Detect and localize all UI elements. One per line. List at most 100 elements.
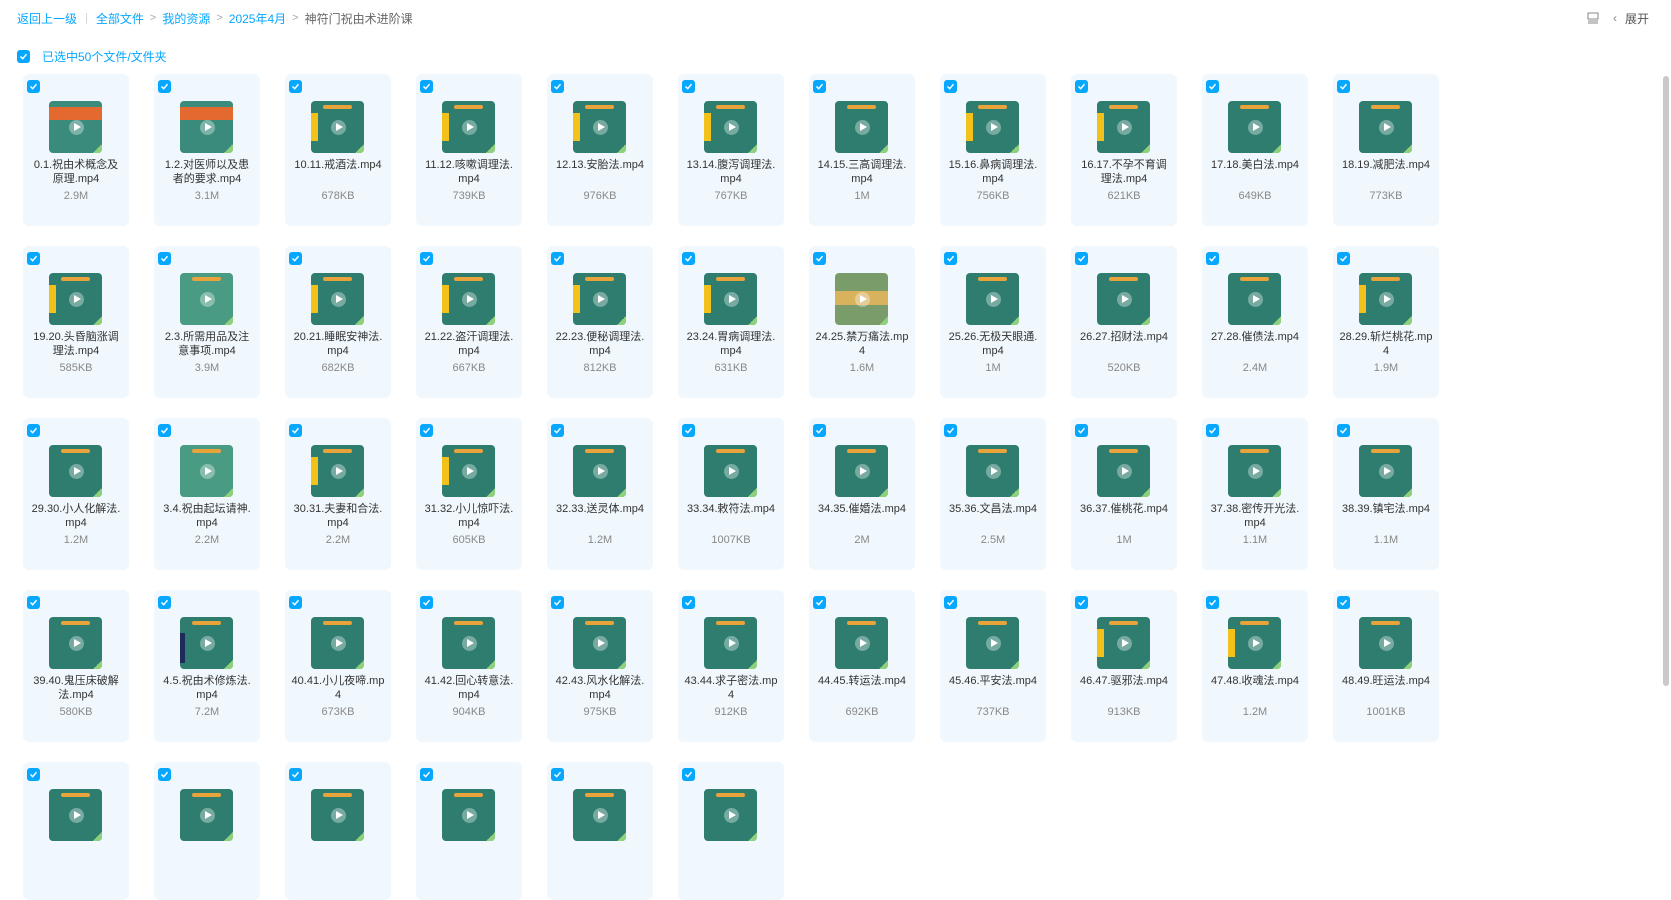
file-checkbox[interactable]	[158, 768, 171, 781]
file-tile[interactable]: 0.1.祝由术概念及原理.mp4 2.9M	[23, 74, 129, 226]
file-checkbox[interactable]	[813, 596, 826, 609]
file-tile[interactable]: 46.47.驱邪法.mp4 913KB	[1071, 590, 1177, 742]
file-tile[interactable]	[285, 762, 391, 900]
file-tile[interactable]: 14.15.三高调理法.mp4 1M	[809, 74, 915, 226]
file-tile[interactable]: 3.4.祝由起坛请神.mp4 2.2M	[154, 418, 260, 570]
file-tile[interactable]: 26.27.招财法.mp4 520KB	[1071, 246, 1177, 398]
file-tile[interactable]: 30.31.夫妻和合法.mp4 2.2M	[285, 418, 391, 570]
file-tile[interactable]: 48.49.旺运法.mp4 1001KB	[1333, 590, 1439, 742]
file-checkbox[interactable]	[420, 80, 433, 93]
file-tile[interactable]: 31.32.小儿惊吓法.mp4 605KB	[416, 418, 522, 570]
file-checkbox[interactable]	[682, 80, 695, 93]
file-tile[interactable]: 33.34.敕符法.mp4 1007KB	[678, 418, 784, 570]
file-checkbox[interactable]	[1337, 252, 1350, 265]
file-checkbox[interactable]	[944, 252, 957, 265]
file-tile[interactable]: 24.25.禁万痛法.mp4 1.6M	[809, 246, 915, 398]
file-tile[interactable]: 10.11.戒酒法.mp4 678KB	[285, 74, 391, 226]
file-tile[interactable]: 4.5.祝由术修炼法.mp4 7.2M	[154, 590, 260, 742]
file-checkbox[interactable]	[289, 768, 302, 781]
file-checkbox[interactable]	[551, 252, 564, 265]
file-checkbox[interactable]	[944, 424, 957, 437]
file-checkbox[interactable]	[27, 252, 40, 265]
file-checkbox[interactable]	[1337, 80, 1350, 93]
file-checkbox[interactable]	[551, 596, 564, 609]
file-checkbox[interactable]	[682, 424, 695, 437]
file-checkbox[interactable]	[289, 252, 302, 265]
file-tile[interactable]: 45.46.平安法.mp4 737KB	[940, 590, 1046, 742]
file-checkbox[interactable]	[27, 424, 40, 437]
list-view-icon[interactable]	[1587, 12, 1599, 24]
file-checkbox[interactable]	[158, 252, 171, 265]
file-checkbox[interactable]	[420, 252, 433, 265]
file-tile[interactable]: 17.18.美白法.mp4 649KB	[1202, 74, 1308, 226]
file-checkbox[interactable]	[682, 252, 695, 265]
file-tile[interactable]	[547, 762, 653, 900]
file-checkbox[interactable]	[27, 80, 40, 93]
file-checkbox[interactable]	[1075, 424, 1088, 437]
file-tile[interactable]: 36.37.催桃花.mp4 1M	[1071, 418, 1177, 570]
file-tile[interactable]: 27.28.催债法.mp4 2.4M	[1202, 246, 1308, 398]
file-checkbox[interactable]	[289, 596, 302, 609]
file-tile[interactable]: 32.33.送灵体.mp4 1.2M	[547, 418, 653, 570]
file-checkbox[interactable]	[944, 80, 957, 93]
file-checkbox[interactable]	[420, 768, 433, 781]
file-tile[interactable]: 42.43.风水化解法.mp4 975KB	[547, 590, 653, 742]
expand-button[interactable]: 展开	[1625, 10, 1649, 27]
file-tile[interactable]: 12.13.安胎法.mp4 976KB	[547, 74, 653, 226]
file-checkbox[interactable]	[1075, 80, 1088, 93]
file-tile[interactable]: 23.24.胃病调理法.mp4 631KB	[678, 246, 784, 398]
file-tile[interactable]: 16.17.不孕不育调理法.mp4 621KB	[1071, 74, 1177, 226]
file-checkbox[interactable]	[682, 768, 695, 781]
file-checkbox[interactable]	[551, 80, 564, 93]
file-tile[interactable]: 22.23.便秘调理法.mp4 812KB	[547, 246, 653, 398]
file-checkbox[interactable]	[1337, 596, 1350, 609]
file-tile[interactable]: 41.42.回心转意法.mp4 904KB	[416, 590, 522, 742]
file-tile[interactable]: 43.44.求子密法.mp4 912KB	[678, 590, 784, 742]
file-tile[interactable]: 34.35.催婚法.mp4 2M	[809, 418, 915, 570]
file-tile[interactable]: 15.16.鼻病调理法.mp4 756KB	[940, 74, 1046, 226]
file-tile[interactable]: 2.3.所需用品及注意事项.mp4 3.9M	[154, 246, 260, 398]
breadcrumb-item-month[interactable]: 2025年4月	[229, 10, 286, 27]
file-tile[interactable]: 21.22.盗汗调理法.mp4 667KB	[416, 246, 522, 398]
file-tile[interactable]	[23, 762, 129, 900]
chevron-left-icon[interactable]: ‹	[1613, 11, 1617, 25]
file-tile[interactable]: 19.20.头昏脑涨调理法.mp4 585KB	[23, 246, 129, 398]
file-checkbox[interactable]	[1206, 424, 1219, 437]
file-tile[interactable]: 37.38.密传开光法.mp4 1.1M	[1202, 418, 1308, 570]
file-tile[interactable]: 18.19.减肥法.mp4 773KB	[1333, 74, 1439, 226]
file-checkbox[interactable]	[289, 424, 302, 437]
back-link[interactable]: 返回上一级	[17, 10, 77, 27]
file-checkbox[interactable]	[1206, 596, 1219, 609]
file-tile[interactable]: 39.40.鬼压床破解法.mp4 580KB	[23, 590, 129, 742]
file-checkbox[interactable]	[158, 424, 171, 437]
file-tile[interactable]	[678, 762, 784, 900]
file-checkbox[interactable]	[813, 80, 826, 93]
file-checkbox[interactable]	[813, 424, 826, 437]
file-tile[interactable]: 1.2.对医师以及患者的要求.mp4 3.1M	[154, 74, 260, 226]
file-checkbox[interactable]	[420, 596, 433, 609]
breadcrumb-item-all-files[interactable]: 全部文件	[96, 10, 144, 27]
select-all-checkbox[interactable]	[17, 50, 30, 63]
file-checkbox[interactable]	[420, 424, 433, 437]
file-checkbox[interactable]	[813, 252, 826, 265]
file-checkbox[interactable]	[1206, 80, 1219, 93]
file-checkbox[interactable]	[1075, 596, 1088, 609]
file-checkbox[interactable]	[1075, 252, 1088, 265]
file-checkbox[interactable]	[944, 596, 957, 609]
file-checkbox[interactable]	[289, 80, 302, 93]
file-checkbox[interactable]	[682, 596, 695, 609]
file-tile[interactable]: 47.48.收魂法.mp4 1.2M	[1202, 590, 1308, 742]
file-tile[interactable]: 44.45.转运法.mp4 692KB	[809, 590, 915, 742]
file-tile[interactable]: 35.36.文昌法.mp4 2.5M	[940, 418, 1046, 570]
file-tile[interactable]	[416, 762, 522, 900]
file-tile[interactable]: 40.41.小儿夜啼.mp4 673KB	[285, 590, 391, 742]
file-checkbox[interactable]	[158, 596, 171, 609]
vertical-scrollbar[interactable]	[1663, 76, 1669, 686]
file-checkbox[interactable]	[27, 768, 40, 781]
file-checkbox[interactable]	[27, 596, 40, 609]
file-tile[interactable]: 25.26.无极天眼通.mp4 1M	[940, 246, 1046, 398]
file-tile[interactable]: 13.14.腹泻调理法.mp4 767KB	[678, 74, 784, 226]
file-checkbox[interactable]	[1206, 252, 1219, 265]
file-checkbox[interactable]	[551, 768, 564, 781]
breadcrumb-item-my-resources[interactable]: 我的资源	[162, 10, 210, 27]
